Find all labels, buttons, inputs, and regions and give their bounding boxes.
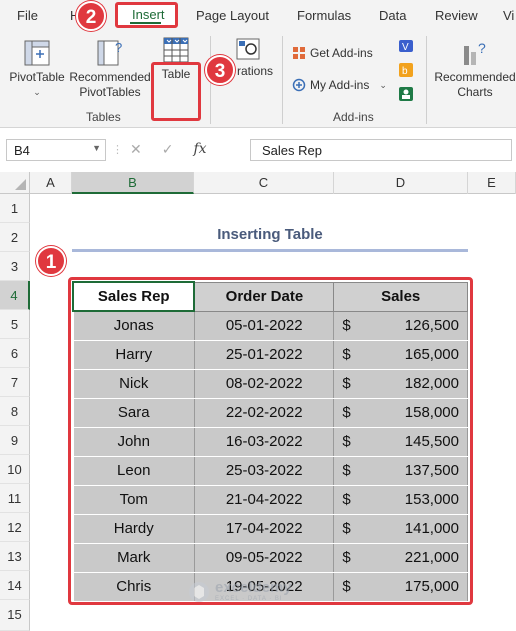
pivottable-label: PivotTable [9, 70, 65, 84]
cancel-icon[interactable]: ✕ [130, 141, 142, 158]
watermark-name: exceldemy [215, 579, 292, 596]
chevron-down-icon: ⌄ [379, 79, 387, 90]
pivottable-button[interactable]: PivotTable ⌄ [8, 38, 66, 100]
row-header-13[interactable]: 13 [0, 542, 30, 571]
bing-icon[interactable]: b [398, 62, 414, 78]
illustrations-icon [236, 38, 260, 60]
recommended-charts-label-2: Charts [457, 85, 493, 99]
row-header-5[interactable]: 5 [0, 310, 30, 339]
row-header-2[interactable]: 2 [0, 223, 30, 252]
tab-view[interactable]: Vi [503, 8, 514, 23]
chevron-down-icon[interactable]: ▼ [92, 143, 101, 153]
watermark-text: exceldemy EXCEL · DATA · BI [215, 580, 292, 603]
column-header-d[interactable]: D [334, 172, 468, 194]
tab-formulas[interactable]: Formulas [297, 8, 351, 23]
table-range-highlight [68, 277, 473, 605]
enter-icon[interactable]: ✓ [162, 141, 174, 158]
column-header-b[interactable]: B [72, 172, 194, 194]
my-addins-label: My Add-ins [310, 78, 370, 92]
sheet-title: Inserting Table [217, 226, 323, 243]
tab-page-layout[interactable]: Page Layout [196, 8, 269, 23]
tab-insert[interactable]: Insert [115, 2, 178, 28]
recommended-pivottables-button[interactable]: ? Recommended PivotTables [68, 38, 152, 100]
visio-icon[interactable]: V [398, 38, 414, 54]
my-addins-button[interactable]: My Add-ins ⌄ [292, 78, 387, 92]
tab-file[interactable]: File [17, 8, 38, 23]
group-label-tables: Tables [86, 110, 121, 124]
row-header-1[interactable]: 1 [0, 194, 30, 223]
recommended-pivottables-icon: ? [97, 40, 122, 66]
row-header-11[interactable]: 11 [0, 484, 30, 513]
tab-data[interactable]: Data [379, 8, 406, 23]
column-header-a[interactable]: A [30, 172, 72, 194]
watermark-tagline: EXCEL · DATA · BI [215, 596, 283, 602]
row-header-12[interactable]: 12 [0, 513, 30, 542]
recommended-charts-button[interactable]: ? Recommended Charts [434, 38, 516, 100]
svg-text:?: ? [115, 40, 122, 55]
pivottable-icon [24, 40, 50, 66]
name-box[interactable]: B4 ▼ [6, 139, 106, 161]
step-badge-1: 1 [36, 246, 66, 276]
addins-icon [292, 78, 306, 92]
column-header-c[interactable]: C [194, 172, 334, 194]
svg-text:?: ? [478, 40, 486, 56]
group-separator [426, 36, 427, 124]
recommended-charts-label-1: Recommended [434, 70, 516, 84]
watermark: exceldemy EXCEL · DATA · BI [188, 580, 292, 603]
get-addins-button[interactable]: Get Add-ins [292, 46, 373, 60]
row-header-15[interactable]: 15 [0, 600, 30, 631]
get-addins-label: Get Add-ins [310, 46, 373, 60]
recommended-pivottables-label-1: Recommended [69, 70, 151, 84]
step-badge-2: 2 [76, 1, 106, 31]
row-header-9[interactable]: 9 [0, 426, 30, 455]
row-header-8[interactable]: 8 [0, 397, 30, 426]
store-icon [293, 47, 305, 59]
svg-text:V: V [402, 42, 409, 53]
insert-function-icon[interactable]: fx [193, 141, 206, 158]
row-header-4[interactable]: 4 [0, 281, 30, 310]
group-label-addins: Add-ins [333, 110, 374, 124]
table-button-highlight [151, 62, 201, 121]
formula-bar: B4 ▼ ⋮ ✕ ✓ fx Sales Rep [0, 129, 516, 171]
formula-input[interactable]: Sales Rep [250, 139, 512, 161]
row-header-3[interactable]: 3 [0, 252, 30, 281]
column-header-e[interactable]: E [468, 172, 516, 194]
select-all-button[interactable] [0, 172, 30, 194]
people-graph-icon[interactable] [398, 86, 414, 102]
ribbon-insert-panel: PivotTable ⌄ ? Recommended PivotTables T… [0, 30, 516, 128]
title-underline [72, 249, 468, 252]
table-icon [163, 37, 189, 63]
recommended-charts-icon: ? [464, 40, 486, 65]
row-header-7[interactable]: 7 [0, 368, 30, 397]
chevron-down-icon: ⌄ [33, 87, 41, 97]
row-header-14[interactable]: 14 [0, 571, 30, 600]
recommended-pivottables-label-2: PivotTables [79, 85, 141, 99]
formula-bar-buttons: ✕ ✓ fx [118, 141, 207, 158]
row-header-6[interactable]: 6 [0, 339, 30, 368]
row-header-10[interactable]: 10 [0, 455, 30, 484]
tab-review[interactable]: Review [435, 8, 478, 23]
column-header-row: A B C D E [0, 172, 516, 194]
step-badge-3: 3 [205, 55, 235, 85]
name-box-value: B4 [14, 143, 30, 158]
group-separator [282, 36, 283, 124]
exceldemy-logo-icon [189, 581, 209, 602]
svg-text:b: b [402, 66, 408, 77]
